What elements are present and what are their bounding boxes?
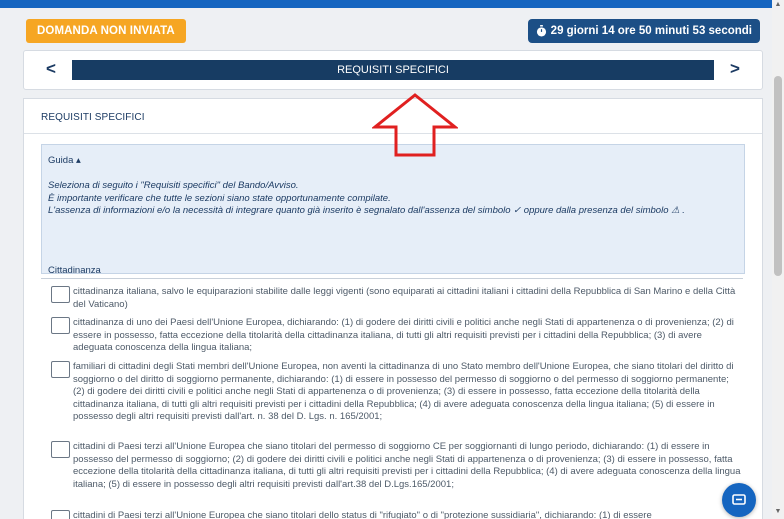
guide-box: Guida ▴ Seleziona di seguito i "Requisit… — [41, 144, 745, 274]
citizenship-label: Cittadinanza — [48, 265, 101, 276]
option-checkbox[interactable] — [51, 441, 70, 458]
guide-line: L'assenza di informazioni e/o la necessi… — [48, 205, 685, 216]
option-checkbox[interactable] — [51, 317, 70, 334]
option-text: cittadini di Paesi terzi all'Unione Euro… — [73, 441, 741, 490]
requirements-panel: REQUISITI SPECIFICI Guida ▴ Seleziona di… — [23, 98, 763, 519]
section-navigator: < REQUISITI SPECIFICI > — [23, 50, 763, 90]
scrollbar-thumb[interactable] — [774, 76, 782, 276]
countdown-timer: 29 giorni 14 ore 50 minuti 53 secondi — [527, 19, 760, 43]
citizenship-option: cittadini di Paesi terzi all'Unione Euro… — [51, 441, 741, 491]
guide-text: Seleziona di seguito i "Requisiti specif… — [48, 180, 738, 218]
previous-section-button[interactable]: < — [40, 59, 62, 81]
next-section-button[interactable]: > — [724, 59, 746, 81]
guide-line: È importante verificare che tutte le sez… — [48, 192, 391, 204]
citizenship-option: cittadinanza di uno dei Paesi dell'Union… — [51, 317, 741, 355]
option-checkbox[interactable] — [51, 510, 70, 519]
chat-icon — [732, 494, 746, 505]
status-badge: DOMANDA NON INVIATA — [26, 19, 186, 43]
up-arrow-annotation-icon — [372, 93, 458, 157]
citizenship-option: cittadinanza italiana, salvo le equipara… — [51, 286, 741, 311]
vertical-scrollbar[interactable]: ▲ ▼ — [772, 0, 784, 519]
option-checkbox[interactable] — [51, 286, 70, 303]
countdown-text: 29 giorni 14 ore 50 minuti 53 secondi — [550, 25, 752, 37]
option-text: cittadinanza di uno dei Paesi dell'Union… — [73, 317, 734, 353]
option-text: cittadini di Paesi terzi all'Unione Euro… — [73, 510, 652, 519]
citizenship-option: cittadini di Paesi terzi all'Unione Euro… — [51, 510, 741, 519]
citizenship-option: familiari di cittadini degli Stati membr… — [51, 361, 741, 424]
option-checkbox[interactable] — [51, 361, 70, 378]
scroll-down-icon[interactable]: ▼ — [774, 508, 782, 518]
guide-line: Seleziona di seguito i "Requisiti specif… — [48, 180, 299, 191]
application-frame: DOMANDA NON INVIATA 29 giorni 14 ore 50 … — [0, 0, 772, 519]
guide-toggle[interactable]: Guida ▴ — [48, 155, 81, 166]
divider — [41, 278, 743, 279]
scroll-up-icon[interactable]: ▲ — [774, 1, 782, 11]
option-text: familiari di cittadini degli Stati membr… — [73, 361, 734, 422]
option-text: cittadinanza italiana, salvo le equipara… — [73, 286, 736, 310]
chat-button[interactable] — [722, 483, 756, 517]
stopwatch-icon — [536, 25, 546, 37]
current-section-title: REQUISITI SPECIFICI — [72, 60, 714, 80]
top-accent-bar — [0, 0, 772, 8]
section-title: REQUISITI SPECIFICI — [41, 112, 145, 123]
